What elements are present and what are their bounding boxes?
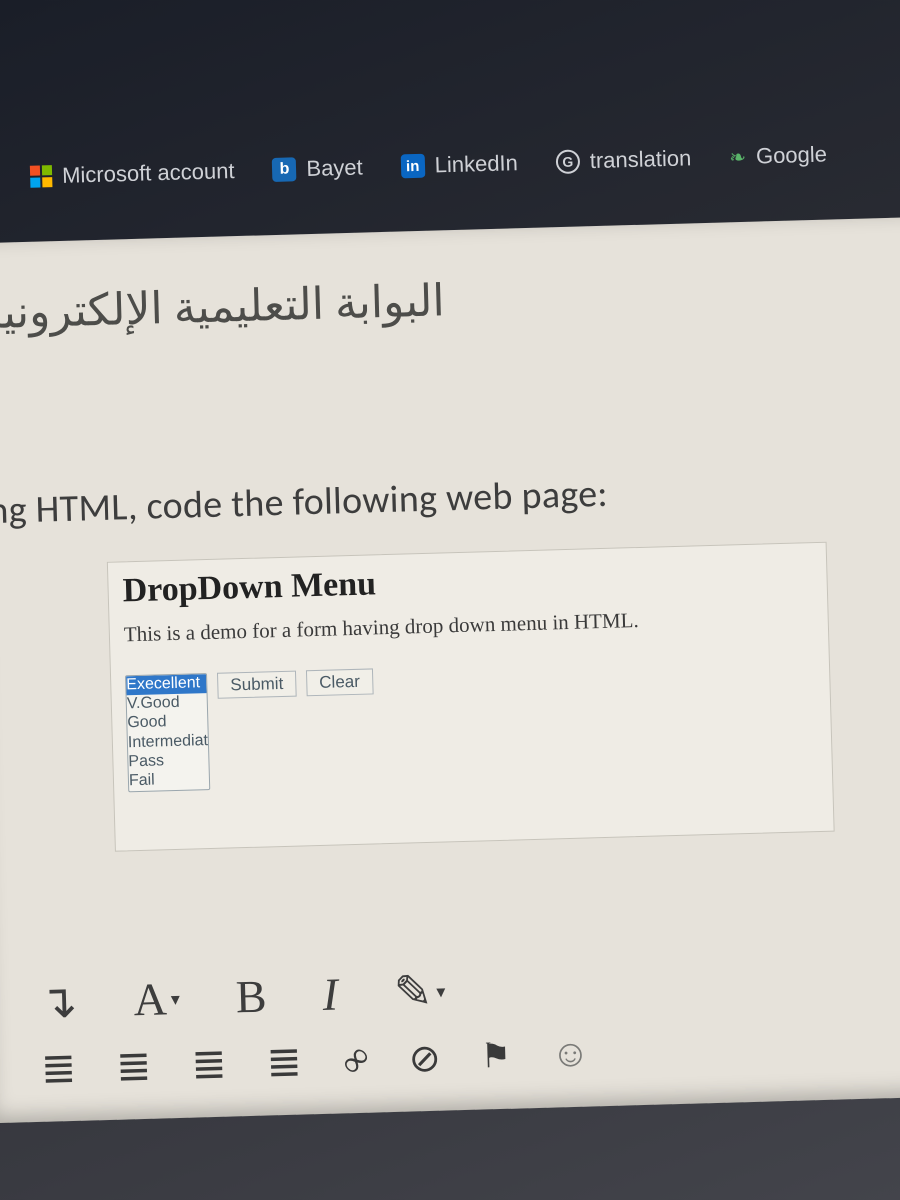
google-g-icon: G bbox=[555, 149, 580, 174]
flag-icon[interactable]: ⚑ bbox=[480, 1036, 512, 1077]
bookmark-label: LinkedIn bbox=[434, 150, 518, 178]
font-color-button[interactable]: A▾ bbox=[133, 976, 181, 1023]
brush-button[interactable]: ✎▾ bbox=[393, 969, 446, 1016]
editor-toolbar: ↴ A▾ B I ✎▾ ≣ ≣ ≣ ≣ ∞ ⊘ ⚑ ☺ bbox=[38, 954, 900, 1093]
toolbar-row-1: ↴ A▾ B I ✎▾ bbox=[38, 954, 900, 1025]
bookmarks-bar: Microsoft account b Bayet in LinkedIn G … bbox=[0, 117, 900, 212]
page-content: البوابة التعليمية الإلكترونية ing HTML, … bbox=[0, 217, 900, 1123]
bookmark-label: Bayet bbox=[306, 154, 363, 182]
italic-button[interactable]: I bbox=[322, 972, 339, 1018]
bookmark-translation[interactable]: G translation bbox=[555, 145, 691, 175]
clear-button[interactable]: Clear bbox=[306, 668, 373, 696]
submit-button[interactable]: Submit bbox=[217, 671, 297, 699]
outdent-icon[interactable]: ≣ bbox=[191, 1039, 228, 1090]
bookmark-microsoft[interactable]: Microsoft account bbox=[30, 158, 235, 190]
bold-button[interactable]: B bbox=[235, 974, 267, 1021]
bookmark-label: Google bbox=[756, 141, 828, 169]
grade-select[interactable]: Execellent V.Good Good Intermediat Pass … bbox=[125, 673, 210, 792]
unlink-icon[interactable]: ⊘ bbox=[408, 1035, 441, 1081]
demo-description: This is a demo for a form having drop do… bbox=[124, 603, 814, 647]
select-option[interactable]: V.Good bbox=[127, 693, 208, 714]
bookmark-linkedin[interactable]: in LinkedIn bbox=[400, 150, 518, 179]
demo-form-row: Execellent V.Good Good Intermediat Pass … bbox=[125, 656, 818, 792]
select-option[interactable]: Intermediat bbox=[128, 732, 209, 753]
link-icon[interactable]: ∞ bbox=[330, 1035, 381, 1085]
bookmark-label: Microsoft account bbox=[62, 158, 235, 189]
select-option[interactable]: Good bbox=[127, 712, 208, 733]
chevron-down-icon: ▾ bbox=[436, 983, 446, 1001]
select-option[interactable]: Fail bbox=[129, 770, 210, 791]
select-option[interactable]: Pass bbox=[128, 751, 209, 772]
leaf-icon: ❧ bbox=[729, 144, 746, 169]
linkedin-icon: in bbox=[400, 154, 425, 179]
bookmark-google[interactable]: ❧ Google bbox=[729, 141, 827, 170]
portal-title: البوابة التعليمية الإلكترونية bbox=[0, 275, 445, 339]
chevron-down-icon: ▾ bbox=[171, 990, 181, 1008]
bookmark-label: translation bbox=[589, 145, 691, 174]
ordered-list-icon[interactable]: ≣ bbox=[115, 1041, 152, 1092]
paragraph-arrow-icon[interactable]: ↴ bbox=[38, 979, 78, 1026]
demo-heading: DropDown Menu bbox=[122, 553, 813, 610]
emoji-icon[interactable]: ☺ bbox=[550, 1032, 590, 1077]
unordered-list-icon[interactable]: ≣ bbox=[40, 1043, 77, 1094]
demo-box: DropDown Menu This is a demo for a form … bbox=[107, 542, 835, 852]
indent-icon[interactable]: ≣ bbox=[266, 1037, 303, 1088]
question-text: ing HTML, code the following web page: bbox=[0, 463, 876, 534]
bayet-icon: b bbox=[272, 157, 297, 182]
toolbar-row-2: ≣ ≣ ≣ ≣ ∞ ⊘ ⚑ ☺ bbox=[40, 1018, 900, 1093]
bookmark-bayet[interactable]: b Bayet bbox=[272, 154, 363, 183]
microsoft-icon bbox=[30, 165, 53, 188]
select-option[interactable]: Execellent bbox=[126, 674, 207, 695]
